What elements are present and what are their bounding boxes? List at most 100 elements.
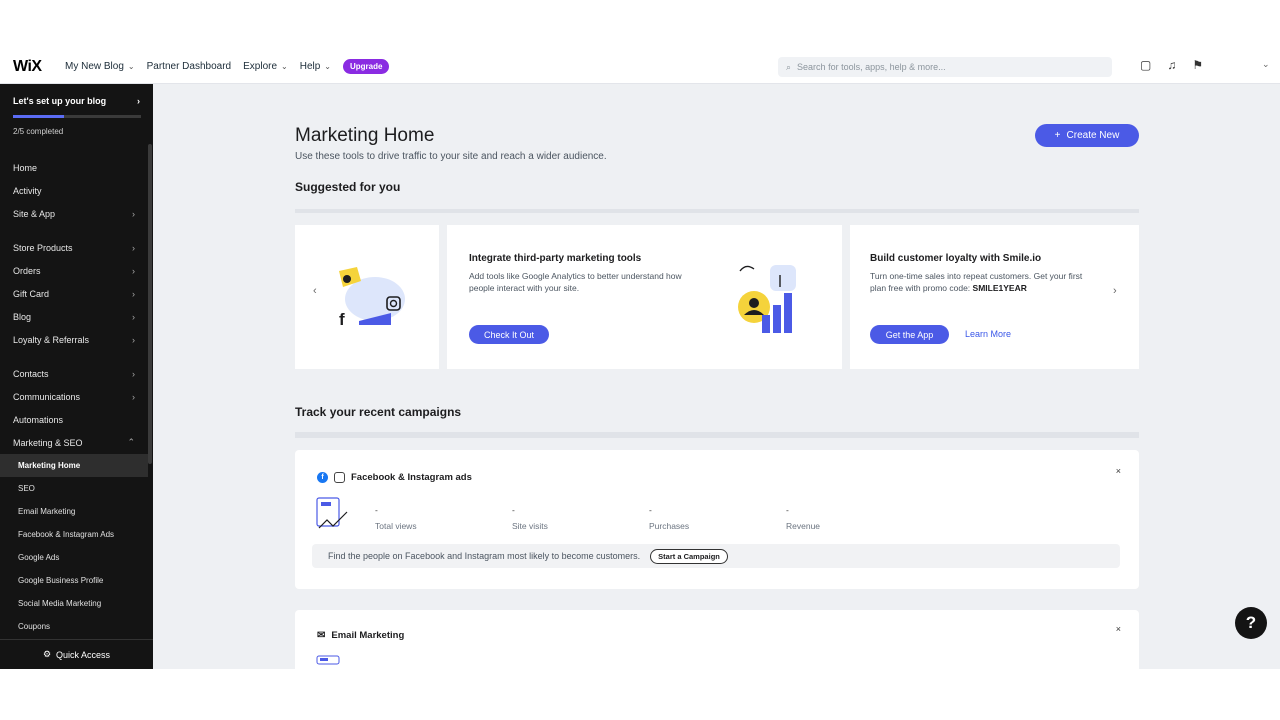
sidebar-item-loyalty[interactable]: Loyalty & Referrals ›: [0, 328, 148, 351]
quick-access-button[interactable]: ⚙ Quick Access: [0, 639, 153, 669]
quick-access-icon: ⚙: [42, 649, 52, 659]
chat-icon[interactable]: ▢: [1140, 58, 1151, 72]
sidebar-item-communications[interactable]: Communications ›: [0, 385, 148, 408]
ads-chart-icon: [316, 497, 348, 529]
sidebar-scrollbar[interactable]: [148, 144, 152, 464]
chevron-right-icon: ›: [132, 208, 135, 219]
wix-logo[interactable]: WiX: [13, 58, 53, 76]
sidebar-item-label: Gift Card: [13, 288, 50, 299]
suggestion-card-smile: Build customer loyalty with Smile.io Tur…: [850, 225, 1139, 369]
chevron-right-icon: ›: [132, 391, 135, 402]
sidebar-item-orders[interactable]: Orders ›: [0, 259, 148, 282]
chevron-left-icon[interactable]: ‹: [313, 285, 317, 297]
sidebar-item-gift-card[interactable]: Gift Card ›: [0, 282, 148, 305]
close-icon[interactable]: ×: [1116, 624, 1121, 634]
sidebar-item-store-products[interactable]: Store Products ›: [0, 236, 148, 259]
instagram-icon: [334, 472, 345, 483]
main-content: Marketing Home Use these tools to drive …: [153, 84, 1280, 669]
chevron-down-icon: ⌄: [127, 62, 135, 71]
search-input[interactable]: Search for tools, apps, help & more...: [797, 62, 946, 72]
chevron-right-icon[interactable]: ›: [1113, 285, 1117, 297]
chevron-down-icon: ⌄: [281, 62, 288, 71]
page-subtitle: Use these tools to drive traffic to your…: [295, 151, 607, 162]
social-illustration-icon: f: [339, 267, 405, 329]
bell-icon[interactable]: ♫: [1167, 58, 1176, 72]
chevron-right-icon: ›: [132, 288, 135, 299]
upgrade-button[interactable]: Upgrade: [343, 59, 390, 74]
megaphone-icon[interactable]: ⚑: [1192, 58, 1203, 72]
card-title: Integrate third-party marketing tools: [469, 253, 642, 264]
chevron-right-icon: ›: [137, 96, 140, 106]
sidebar-item-label: Activity: [13, 185, 42, 196]
suggestion-card-partial: ‹ f: [295, 225, 439, 369]
campaign-title-text: Email Marketing: [331, 630, 405, 641]
sidebar-subitem-email-marketing[interactable]: Email Marketing: [0, 500, 148, 523]
metric-label: Total views: [375, 521, 417, 531]
track-campaigns-title: Track your recent campaigns: [295, 405, 462, 419]
chevron-down-icon[interactable]: ⌄: [1262, 59, 1270, 70]
divider: [295, 432, 1139, 438]
check-it-out-button[interactable]: Check It Out: [469, 325, 549, 344]
learn-more-link[interactable]: Learn More: [965, 329, 1011, 339]
sidebar-subitem-coupons[interactable]: Coupons: [0, 615, 148, 638]
chevron-right-icon: ›: [132, 242, 135, 253]
sidebar-subitem-google-business[interactable]: Google Business Profile: [0, 569, 148, 592]
sidebar-item-automations[interactable]: Automations: [0, 408, 148, 431]
metric-value: -: [786, 505, 789, 515]
suggested-carousel: ‹ f Integrate third-party marketing tool…: [295, 225, 1139, 369]
campaign-promo-bar: Find the people on Facebook and Instagra…: [312, 544, 1120, 568]
sidebar-item-label: Communications: [13, 391, 81, 402]
sidebar-subitem-seo[interactable]: SEO: [0, 477, 148, 500]
nav-explore[interactable]: Explore ⌄: [243, 61, 288, 72]
help-button[interactable]: ?: [1235, 607, 1267, 639]
nav-help[interactable]: Help ⌄: [300, 61, 331, 72]
site-selector[interactable]: My New Blog ⌄: [65, 61, 135, 72]
facebook-icon: f: [317, 472, 328, 483]
metric-revenue: - Revenue: [786, 505, 820, 531]
metric-purchases: - Purchases: [649, 505, 689, 531]
divider: [295, 209, 1139, 213]
sidebar: Let's set up your blog › 2/5 completed H…: [0, 84, 153, 669]
close-icon[interactable]: ×: [1116, 466, 1121, 476]
svg-text:f: f: [339, 310, 345, 329]
sidebar-item-blog[interactable]: Blog ›: [0, 305, 148, 328]
top-bar: WiX My New Blog ⌄ Partner Dashboard Expl…: [0, 50, 1280, 84]
card-description: Add tools like Google Analytics to bette…: [469, 271, 682, 293]
sidebar-subitem-social-media[interactable]: Social Media Marketing: [0, 592, 148, 615]
sidebar-item-activity[interactable]: Activity: [0, 179, 148, 202]
app-frame: WiX My New Blog ⌄ Partner Dashboard Expl…: [0, 50, 1280, 669]
setup-status: 2/5 completed: [13, 127, 64, 136]
sidebar-nav: Home Activity Site & App › Store Products…: [0, 156, 148, 638]
get-the-app-button[interactable]: Get the App: [870, 325, 949, 344]
metric-label: Site visits: [512, 521, 548, 531]
sidebar-item-home[interactable]: Home: [0, 156, 148, 179]
setup-progress[interactable]: Let's set up your blog › 2/5 completed: [0, 84, 153, 136]
sidebar-item-marketing-seo[interactable]: Marketing & SEO ⌃: [0, 431, 148, 454]
sidebar-item-label: Loyalty & Referrals: [13, 334, 90, 345]
sidebar-item-contacts[interactable]: Contacts ›: [0, 362, 148, 385]
top-icons: ▢ ♫ ⚑: [1140, 58, 1203, 72]
chevron-up-icon: ⌃: [127, 437, 135, 447]
card-description: Turn one-time sales into repeat customer…: [870, 270, 1100, 294]
sidebar-subitem-google-ads[interactable]: Google Ads: [0, 546, 148, 569]
chevron-right-icon: ›: [132, 265, 135, 276]
setup-title: Let's set up your blog: [13, 96, 107, 106]
sidebar-item-label: Home: [13, 162, 38, 173]
sidebar-item-site-app[interactable]: Site & App ›: [0, 202, 148, 225]
sidebar-subitem-fb-ig-ads[interactable]: Facebook & Instagram Ads: [0, 523, 148, 546]
create-new-button[interactable]: + Create New: [1035, 124, 1139, 147]
start-campaign-button[interactable]: Start a Campaign: [650, 548, 728, 564]
sidebar-item-label: Marketing & SEO: [13, 437, 83, 448]
suggestion-card-integrate: Integrate third-party marketing tools Ad…: [447, 225, 842, 369]
quick-access-label: Quick Access: [56, 649, 111, 660]
chevron-right-icon: ›: [132, 311, 135, 322]
sidebar-subitem-marketing-home[interactable]: Marketing Home: [0, 454, 148, 477]
nav-label: Help: [299, 61, 321, 72]
search-bar[interactable]: ⌕ Search for tools, apps, help & more...: [778, 57, 1112, 77]
promo-code: SMILE1YEAR: [972, 283, 1027, 293]
campaign-title: f Facebook & Instagram ads: [317, 472, 472, 483]
nav-label: Partner Dashboard: [146, 61, 232, 72]
nav-partner-dashboard[interactable]: Partner Dashboard: [147, 61, 232, 72]
sidebar-item-label: Site & App: [13, 208, 56, 219]
sidebar-item-label: Orders: [13, 265, 41, 276]
